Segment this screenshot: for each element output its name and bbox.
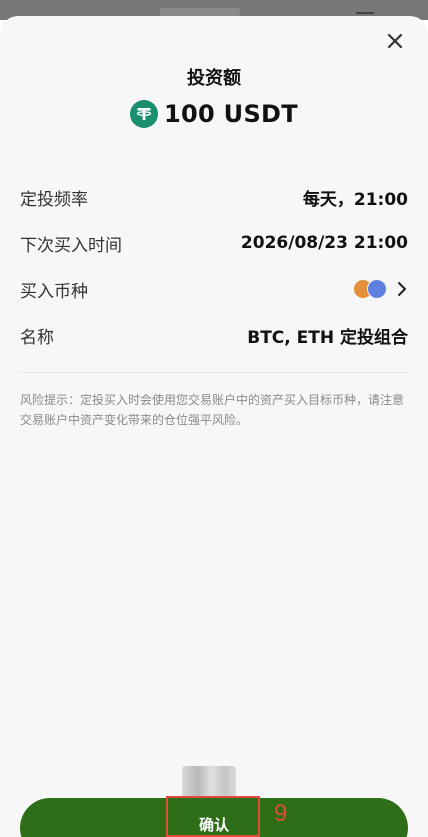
- frequency-value: 每天，21:00: [302, 189, 408, 210]
- divider: [20, 372, 408, 373]
- frequency-label: 定投频率: [20, 189, 88, 210]
- step-number: 9: [274, 800, 288, 827]
- usdt-icon: [130, 100, 159, 128]
- risk-notice: 风险提示：定投买入时会使用您交易账户中的资产买入目标币种，请注意交易账户中资产变…: [20, 393, 405, 427]
- highlight-box: [166, 796, 260, 837]
- buy-coins-label: 买入币种: [20, 281, 88, 302]
- page: 投资额 100 USDT 定投频率 每天，21:00 下次买入时间 2026/0…: [0, 0, 428, 837]
- name-value: BTC, ETH 定投组合: [247, 327, 408, 348]
- background-title: [160, 8, 240, 16]
- chevron-right-icon: [396, 281, 408, 297]
- amount-row: 100 USDT: [0, 100, 428, 128]
- next-buy-time-label: 下次买入时间: [20, 235, 122, 256]
- name-label: 名称: [20, 327, 54, 348]
- menu-icon: [356, 12, 374, 14]
- close-button[interactable]: [380, 26, 410, 56]
- eth-icon: [367, 278, 387, 299]
- row-buy-coins[interactable]: 买入币种: [20, 274, 408, 304]
- amount-value: 100 USDT: [164, 100, 298, 128]
- row-name: 名称 BTC, ETH 定投组合: [20, 320, 408, 350]
- sheet-title: 投资额: [187, 68, 241, 89]
- row-frequency: 定投频率 每天，21:00: [20, 182, 408, 212]
- coin-icons: [354, 278, 388, 300]
- close-icon: [387, 33, 403, 49]
- row-next-buy-time: 下次买入时间 2026/08/23 21:00: [20, 228, 408, 258]
- next-buy-time-value: 2026/08/23 21:00: [240, 233, 408, 253]
- buy-coins-selector[interactable]: [354, 278, 408, 300]
